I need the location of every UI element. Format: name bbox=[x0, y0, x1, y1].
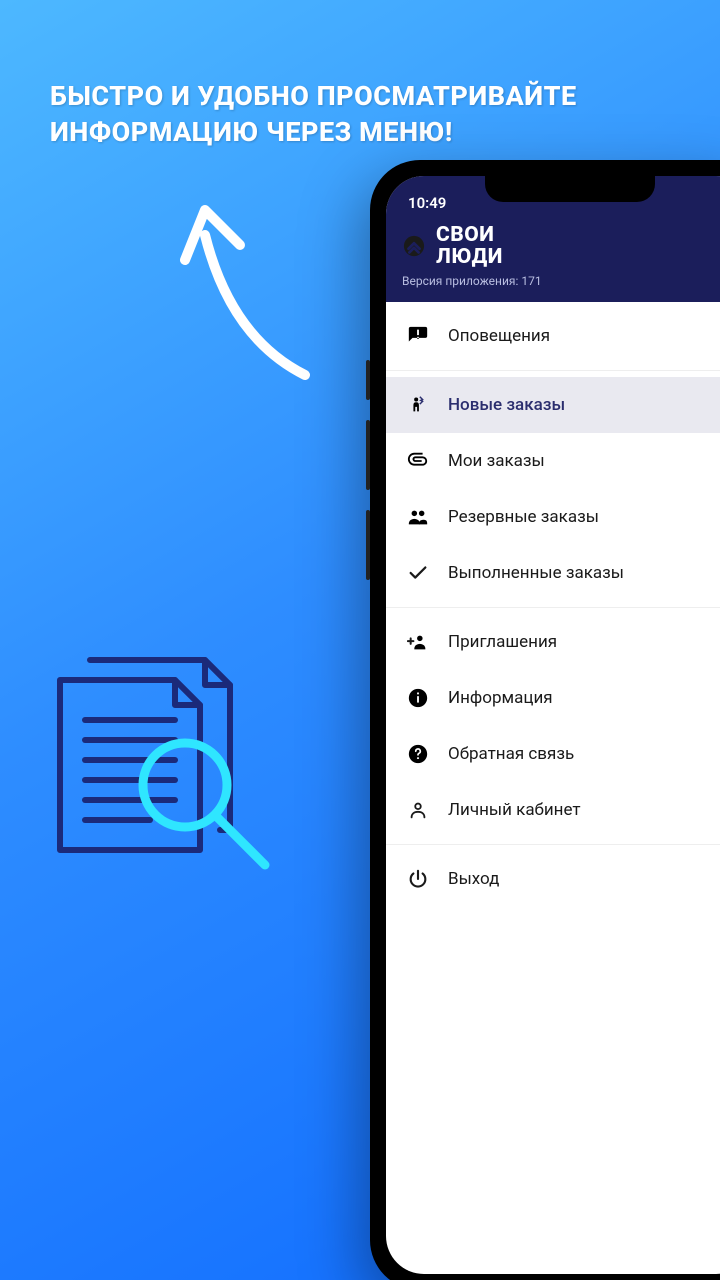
menu-item-label: Новые заказы bbox=[448, 395, 565, 415]
menu-item[interactable]: Резервные заказы bbox=[386, 489, 720, 545]
power-icon bbox=[406, 867, 430, 891]
brand-line-1: СВОИ bbox=[436, 224, 503, 246]
attachment-icon bbox=[406, 449, 430, 473]
person-wave-icon bbox=[406, 393, 430, 417]
menu-item[interactable]: Информация bbox=[386, 670, 720, 726]
menu-item[interactable]: Новые заказы bbox=[386, 377, 720, 433]
menu-item[interactable]: Приглашения bbox=[386, 614, 720, 670]
info-icon bbox=[406, 686, 430, 710]
menu-item[interactable]: Выход bbox=[386, 851, 720, 907]
help-icon bbox=[406, 742, 430, 766]
menu-item-label: Личный кабинет bbox=[448, 800, 581, 820]
person-add-icon bbox=[406, 630, 430, 654]
menu-item[interactable]: Выполненные заказы bbox=[386, 545, 720, 601]
menu-item-label: Обратная связь bbox=[448, 744, 574, 764]
side-menu: Оповещения Новые заказы Мои заказы Резервны… bbox=[386, 302, 720, 913]
phone-notch bbox=[485, 172, 655, 202]
documents-search-illustration bbox=[30, 640, 310, 920]
menu-item-label: Информация bbox=[448, 688, 553, 708]
menu-item[interactable]: Личный кабинет bbox=[386, 782, 720, 838]
menu-item-label: Резервные заказы bbox=[448, 507, 599, 527]
menu-item[interactable]: Мои заказы bbox=[386, 433, 720, 489]
announcement-icon bbox=[406, 324, 430, 348]
brand-line-2: ЛЮДИ bbox=[436, 246, 503, 268]
app-version: Версия приложения: 171 bbox=[402, 274, 720, 288]
arrow-illustration bbox=[165, 175, 345, 395]
app-header: СВОИ ЛЮДИ Версия приложения: 171 bbox=[386, 216, 720, 302]
promo-headline: БЫСТРО И УДОБНО ПРОСМАТРИВАЙТЕ ИНФОРМАЦИ… bbox=[50, 78, 670, 151]
people-icon bbox=[406, 505, 430, 529]
menu-item[interactable]: Обратная связь bbox=[386, 726, 720, 782]
menu-item-label: Выход bbox=[448, 869, 499, 889]
account-icon bbox=[406, 798, 430, 822]
phone-frame: 10:49 СВОИ ЛЮДИ bbox=[370, 160, 720, 1280]
menu-item-label: Оповещения bbox=[448, 326, 550, 346]
check-icon bbox=[406, 561, 430, 585]
menu-item-label: Мои заказы bbox=[448, 451, 545, 471]
menu-item[interactable]: Оповещения bbox=[386, 308, 720, 364]
menu-item-label: Приглашения bbox=[448, 632, 557, 652]
app-logo-icon bbox=[402, 234, 426, 258]
status-time: 10:49 bbox=[408, 194, 446, 212]
menu-item-label: Выполненные заказы bbox=[448, 563, 624, 583]
